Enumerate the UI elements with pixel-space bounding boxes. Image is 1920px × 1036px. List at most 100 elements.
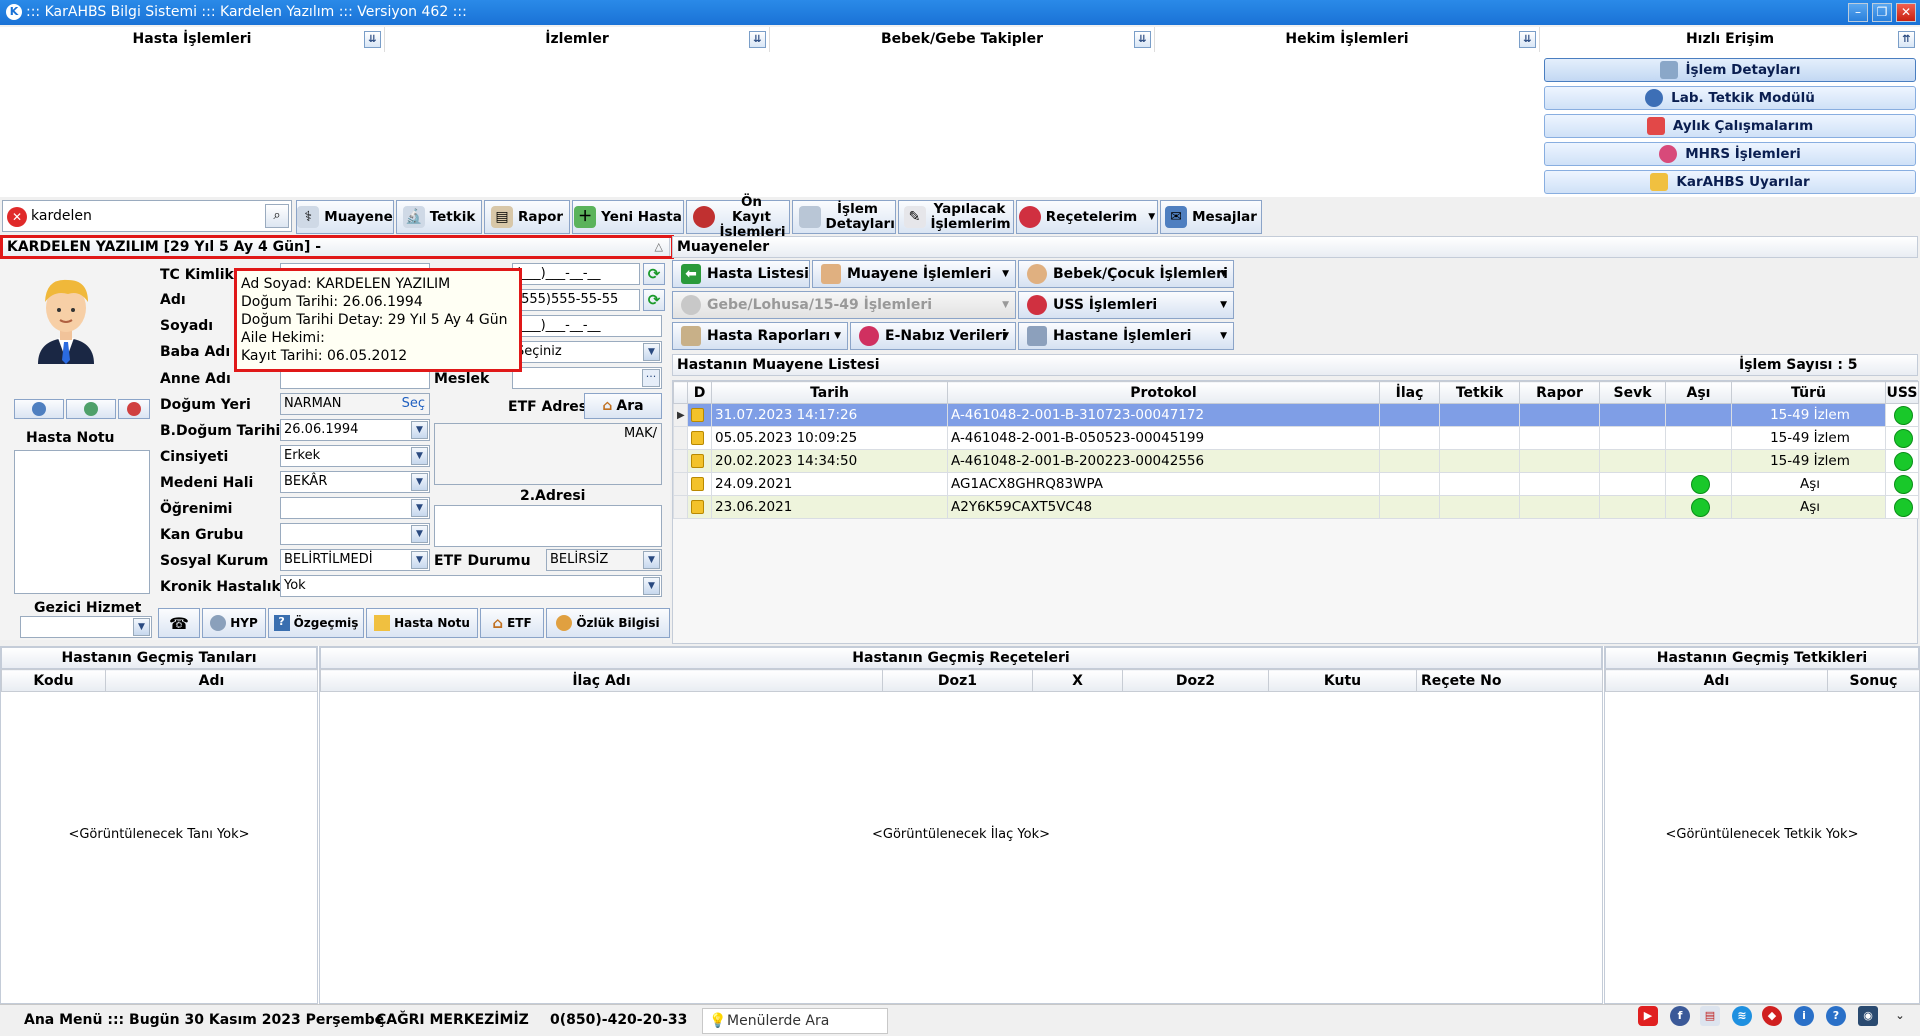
chevron-down-icon[interactable]: ▼	[411, 473, 428, 491]
sosyal-kurum-select[interactable]: BELİRTİLMEDİ ▼	[280, 549, 430, 571]
menu-bebek-gebe[interactable]: Bebek/Gebe Takipler ⇊	[770, 27, 1155, 52]
chevron-down-icon[interactable]: ▼	[411, 421, 428, 439]
quick-aylik-calismalar-button[interactable]: Aylık Çalışmalarım	[1544, 114, 1916, 138]
gezici-hizmet-select[interactable]: ▼	[20, 616, 152, 638]
e-nabiz-verileri-button[interactable]: E-Nabız Verileri ▼	[850, 322, 1016, 350]
chevron-down-icon[interactable]: ▼	[1002, 331, 1009, 341]
table-row[interactable]: 23.06.2021 A2Y6K59CAXT5VC48 Aşı	[673, 495, 1919, 519]
column-header[interactable]: D	[687, 381, 712, 404]
column-header[interactable]: Sevk	[1599, 381, 1666, 404]
etf-button[interactable]: ⌂ ETF	[480, 608, 544, 638]
chevron-down-icon[interactable]: ▼	[1220, 269, 1227, 279]
hasta-notu-button[interactable]: Hasta Notu	[366, 608, 478, 638]
ikinci-adres-textarea[interactable]	[434, 505, 662, 547]
table-row[interactable]: 20.02.2023 14:34:50 A-461048-2-001-B-2002…	[673, 449, 1919, 473]
chevron-down-icon[interactable]: ▼	[411, 525, 428, 543]
facebook-icon[interactable]: f	[1670, 1006, 1690, 1026]
chevron-down-icon[interactable]: ▼	[643, 343, 660, 361]
menu-hasta-islemleri[interactable]: Hasta İşlemleri ⇊	[0, 27, 385, 52]
phone2-input[interactable]: (555)555-55-55	[512, 289, 640, 311]
chevron-down-icon[interactable]: ▼	[1220, 300, 1227, 310]
hyp-button[interactable]: HYP	[202, 608, 266, 638]
more-icon[interactable]: ···	[642, 369, 660, 387]
medeni-hali-select[interactable]: BEKÂR ▼	[280, 471, 430, 493]
on-kayit-button[interactable]: Ön Kayıt İşlemleri	[686, 194, 790, 239]
column-header[interactable]: Doz1	[882, 669, 1033, 692]
chevron-down-icon[interactable]: ▼	[411, 447, 428, 465]
chevron-down-icon[interactable]: ⇊	[1519, 31, 1536, 48]
recetelerim-button[interactable]: Reçetelerim ▼	[1016, 200, 1158, 234]
chat-icon[interactable]: ≋	[1732, 1006, 1752, 1026]
quick-lab-tetkik-button[interactable]: Lab. Tetkik Modülü	[1544, 86, 1916, 110]
column-header[interactable]: Doz2	[1122, 669, 1269, 692]
meslek-input[interactable]: ···	[512, 367, 662, 389]
chevron-down-icon[interactable]: ▼	[411, 551, 428, 569]
column-header[interactable]: Protokol	[947, 381, 1380, 404]
bebek-cocuk-islemleri-button[interactable]: Bebek/Çocuk İşlemleri ▼	[1018, 260, 1234, 288]
chevron-down-icon[interactable]: ⇊	[749, 31, 766, 48]
column-header[interactable]: İlaç Adı	[320, 669, 883, 692]
camera-icon[interactable]: ◉	[1858, 1006, 1878, 1026]
cinsiyet-select[interactable]: Erkek ▼	[280, 445, 430, 467]
column-header[interactable]: X	[1032, 669, 1123, 692]
etf-adresi-textarea[interactable]: MAK/	[434, 423, 662, 485]
chevron-down-icon[interactable]: ▼	[643, 577, 660, 595]
clear-search-icon[interactable]: ✕	[7, 207, 27, 227]
column-header[interactable]: Adı	[105, 669, 318, 692]
column-header[interactable]: USS	[1885, 381, 1919, 404]
chevron-down-icon[interactable]: ▼	[411, 499, 428, 517]
ozluk-bilgisi-button[interactable]: Özlük Bilgisi	[546, 608, 670, 638]
quick-islem-detaylari-button[interactable]: İşlem Detayları	[1544, 58, 1916, 82]
ozgecmis-button[interactable]: ? Özgeçmiş	[268, 608, 364, 638]
column-header[interactable]: Sonuç	[1827, 669, 1920, 692]
yapilacak-islemler-button[interactable]: ✎ Yapılacak İşlemlerim	[898, 200, 1014, 234]
avatar-action-1-button[interactable]	[14, 399, 64, 419]
column-header[interactable]: Reçete No	[1416, 669, 1603, 692]
close-button[interactable]: ✕	[1896, 3, 1916, 22]
column-header[interactable]: İlaç	[1379, 381, 1440, 404]
minimize-button[interactable]: –	[1848, 3, 1868, 22]
phone1-input[interactable]: (___)___-__-__	[512, 263, 640, 285]
quick-uyarilar-button[interactable]: KarAHBS Uyarılar	[1544, 170, 1916, 194]
uss-islemleri-button[interactable]: USS İşlemleri ▼	[1018, 291, 1234, 319]
refresh-icon[interactable]: ⟳	[643, 289, 665, 311]
chevron-down-icon[interactable]: ⌄	[1890, 1006, 1910, 1026]
quick-mhrs-button[interactable]: MHRS İşlemleri	[1544, 142, 1916, 166]
search-input[interactable]	[31, 205, 256, 227]
tetkik-button[interactable]: 🔬 Tetkik	[396, 200, 482, 234]
rapor-button[interactable]: ▤ Rapor	[484, 200, 570, 234]
etf-durumu-select[interactable]: BELİRSİZ ▼	[546, 549, 662, 571]
column-header[interactable]: Kodu	[1, 669, 106, 692]
hasta-notu-textarea[interactable]	[14, 450, 150, 594]
kronik-hastalik-select[interactable]: Yok ▼	[280, 575, 662, 597]
meslek-select[interactable]: Seçiniz ▼	[512, 341, 662, 363]
hasta-listesi-button[interactable]: ⬅ Hasta Listesi	[672, 260, 810, 288]
chevron-down-icon[interactable]: ▼	[643, 551, 660, 569]
chevron-down-icon[interactable]: ⇊	[1134, 31, 1151, 48]
chevron-down-icon[interactable]: ▼	[1002, 269, 1009, 279]
sec-link[interactable]: Seç	[402, 394, 425, 414]
phone3-input[interactable]: (___)___-__-__	[512, 315, 662, 337]
chevron-up-icon[interactable]: ⇈	[1898, 31, 1915, 48]
hastane-islemleri-button[interactable]: Hastane İşlemleri ▼	[1018, 322, 1234, 350]
avatar-action-3-button[interactable]	[118, 399, 150, 419]
chevron-down-icon[interactable]: ▼	[1002, 300, 1009, 310]
column-header[interactable]: Adı	[1605, 669, 1828, 692]
gebe-lohusa-islemleri-button[interactable]: Gebe/Lohusa/15-49 İşlemleri ▼	[672, 291, 1016, 319]
column-header[interactable]: Tetkik	[1439, 381, 1520, 404]
chevron-down-icon[interactable]: ▼	[133, 618, 150, 636]
b-dogum-tarihi-input[interactable]: 26.06.1994 ▼	[280, 419, 430, 441]
mesajlar-button[interactable]: ✉ Mesajlar	[1160, 200, 1262, 234]
ogrenimi-select[interactable]: ▼	[280, 497, 430, 519]
table-row[interactable]: 05.05.2023 10:09:25 A-461048-2-001-B-0505…	[673, 426, 1919, 450]
chevron-down-icon[interactable]: ⇊	[364, 31, 381, 48]
phone-button[interactable]: ☎	[158, 608, 200, 638]
ara-button[interactable]: ⌂ Ara	[584, 393, 662, 419]
table-row[interactable]: ▶ 31.07.2023 14:17:26 A-461048-2-001-B-310…	[673, 403, 1919, 427]
chevron-down-icon[interactable]: ▼	[1148, 210, 1155, 225]
muayene-islemleri-button[interactable]: Muayene İşlemleri ▼	[812, 260, 1016, 288]
avatar-action-2-button[interactable]	[66, 399, 116, 419]
menu-search-input[interactable]: 💡 Menülerde Ara	[702, 1008, 888, 1034]
dogum-yeri-input[interactable]: NARMAN Seç	[280, 393, 430, 415]
column-header[interactable]: Tarih	[711, 381, 948, 404]
